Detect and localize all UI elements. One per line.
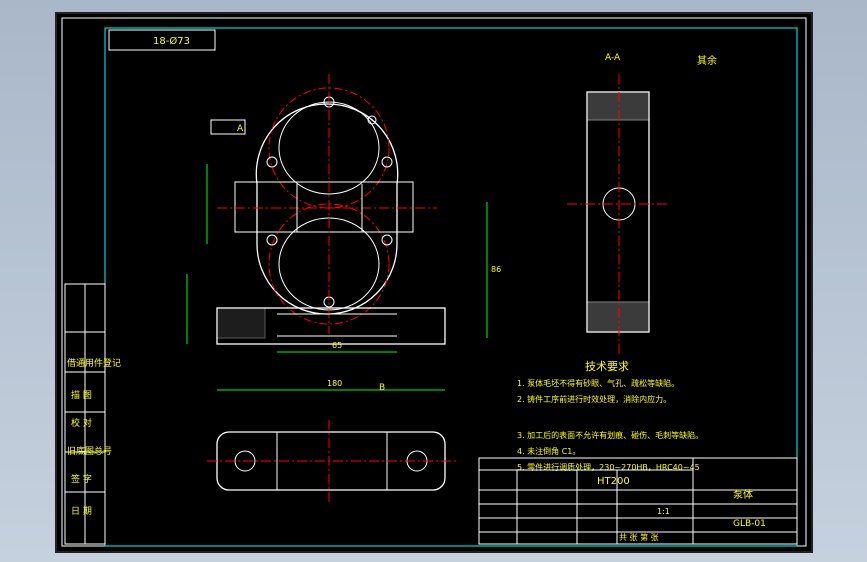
tech-title: 技术要求 (585, 360, 629, 373)
side-label-3: 旧底图总号 (67, 445, 112, 457)
side-table (64, 283, 106, 545)
code-box-text: 18-Ø73 (153, 35, 190, 47)
cad-viewport[interactable]: 18-Ø73 借通用件登记 描 图 校 对 旧底图总号 签 字 日 期 180 … (55, 12, 813, 553)
dim-bottom: 180 (327, 379, 342, 388)
sheet: 共 张 第 张 (619, 532, 659, 542)
part-name: 泵体 (733, 489, 753, 501)
side-label-0: 借通用件登记 (67, 357, 121, 369)
surface-note: 其余 (697, 54, 717, 67)
tech-note-2: 3. 加工后的表面不允许有划痕、碰伤、毛刺等缺陷。 (517, 430, 703, 440)
section-view (567, 74, 667, 354)
engineering-drawing: 18-Ø73 借通用件登记 描 图 校 对 旧底图总号 签 字 日 期 180 … (61, 17, 807, 547)
dim-width: 65 (332, 341, 342, 350)
view-b-label: B (379, 383, 385, 393)
drawing-no: GLB-01 (733, 519, 766, 529)
side-label-2: 校 对 (71, 417, 92, 429)
datum-a-label: A (237, 124, 244, 134)
tech-note-3: 4. 未注倒角 C1。 (517, 446, 580, 456)
bottom-view (207, 420, 457, 502)
side-label-4: 签 字 (71, 473, 92, 485)
front-view (217, 74, 437, 334)
section-label: A-A (605, 53, 621, 63)
hardness: HT200 (597, 476, 630, 487)
tech-note-1: 2. 铸件工序前进行时效处理，消除内应力。 (517, 394, 671, 404)
side-label-5: 日 期 (71, 506, 92, 517)
side-label-1: 描 图 (71, 389, 92, 401)
dimensions (186, 164, 488, 391)
tech-note-0: 1. 泵体毛坯不得有砂眼、气孔、疏松等缺陷。 (517, 378, 679, 388)
scale: 1:1 (657, 507, 670, 516)
dim-height: 86 (491, 265, 501, 274)
